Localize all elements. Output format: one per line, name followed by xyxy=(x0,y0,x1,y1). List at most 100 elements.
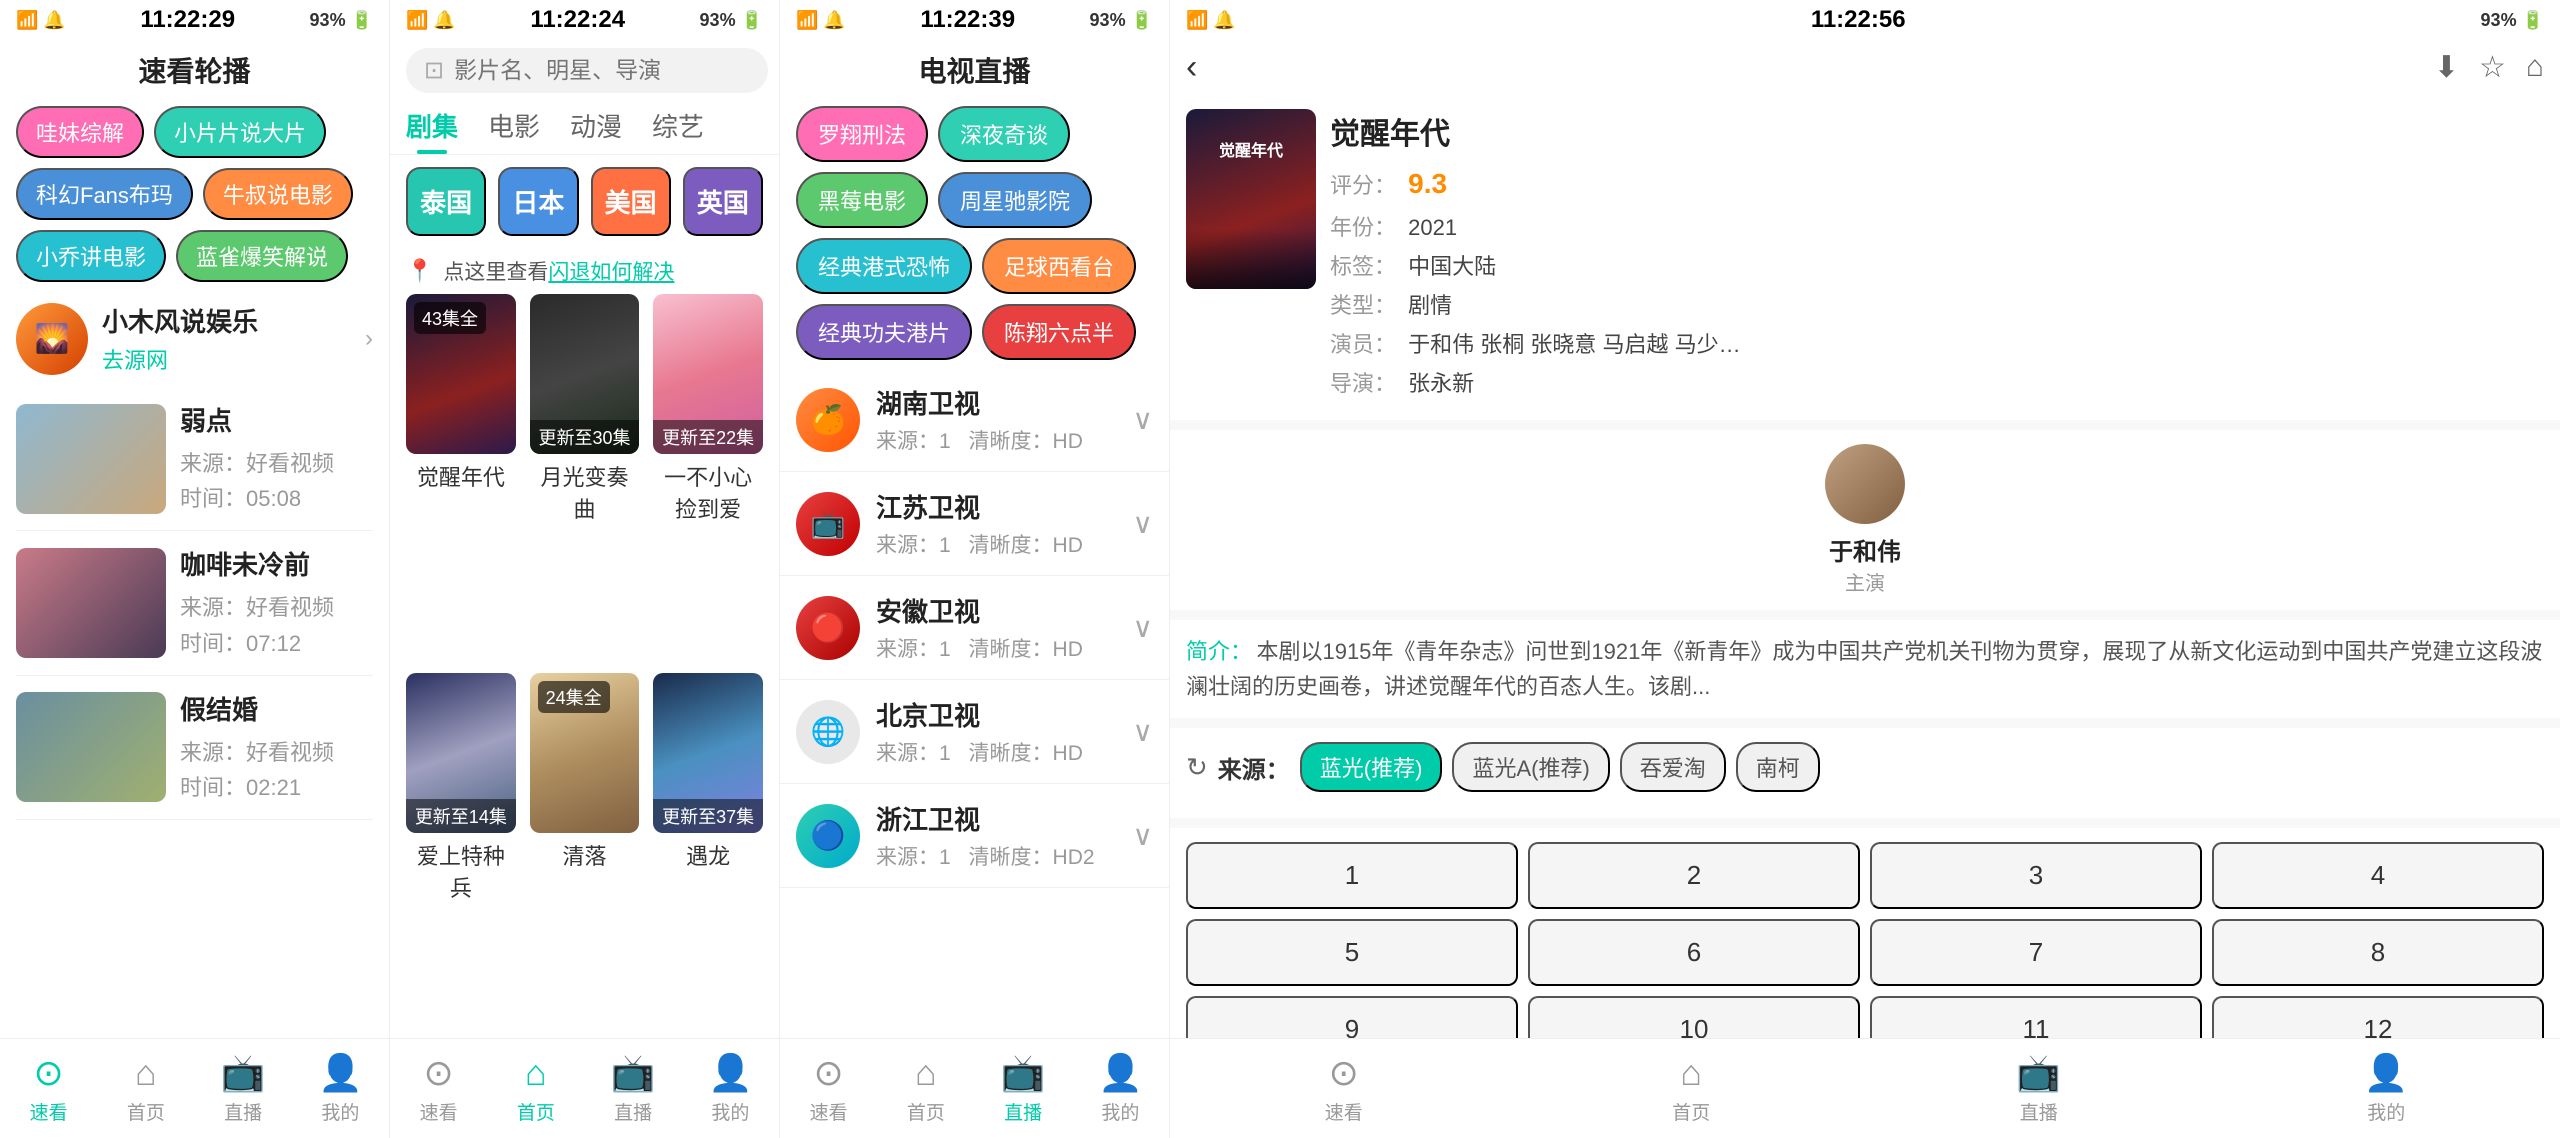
poster-overlay xyxy=(1186,229,1316,289)
nav-home-1[interactable]: ⌂ 首页 xyxy=(97,1052,194,1125)
home-button[interactable]: ⌂ xyxy=(2526,50,2544,85)
ep-5[interactable]: 5 xyxy=(1186,919,1518,986)
live-tag-gang[interactable]: 经典港式恐怖 xyxy=(796,238,972,294)
synopsis-section: 简介： 本剧以1915年《青年杂志》问世到1921年《新青年》成为中国共产党机关… xyxy=(1170,620,2560,718)
drama-card-1[interactable]: 43集全 觉醒年代 xyxy=(406,294,516,659)
nav-home-3[interactable]: ⌂ 首页 xyxy=(877,1052,974,1125)
country-japan[interactable]: 日本 xyxy=(498,167,578,236)
ep-10[interactable]: 10 xyxy=(1528,996,1860,1038)
source-header: ↻ 来源： 蓝光(推荐) 蓝光A(推荐) 吞爱淘 南柯 xyxy=(1186,742,2544,792)
nav-sukan-3[interactable]: ⊙ 速看 xyxy=(780,1052,877,1125)
nav-sukan-2[interactable]: ⊙ 速看 xyxy=(390,1052,487,1125)
source-tab-blueray[interactable]: 蓝光(推荐) xyxy=(1300,742,1443,792)
nav-mine-icon-4: 👤 xyxy=(2364,1052,2409,1094)
tag-lan[interactable]: 蓝雀爆笑解说 xyxy=(176,230,348,282)
ep-12[interactable]: 12 xyxy=(2212,996,2544,1038)
nav-home-label-1: 首页 xyxy=(127,1098,165,1125)
channel-row-jiangsu[interactable]: 📺 江苏卫视 来源：1 清晰度：HD ∨ xyxy=(780,472,1169,576)
video-item-1[interactable]: 弱点 来源：好看视频 时间：05:08 xyxy=(16,387,373,531)
channel-row-hunan[interactable]: 🍊 湖南卫视 来源：1 清晰度：HD ∨ xyxy=(780,368,1169,472)
nav-live-1[interactable]: 📺 直播 xyxy=(195,1052,292,1125)
panel-livetv: 📶 🔔 11:22:39 93% 🔋 电视直播 罗翔刑法 深夜奇谈 黑莓电影 周… xyxy=(780,0,1170,1138)
tag-qiao[interactable]: 小乔讲电影 xyxy=(16,230,166,282)
favorite-button[interactable]: ☆ xyxy=(2479,50,2506,85)
tag-pian[interactable]: 小片片说大片 xyxy=(154,106,326,158)
tab-variety[interactable]: 综艺 xyxy=(652,107,704,154)
source-tab-bluea[interactable]: 蓝光A(推荐) xyxy=(1452,742,1609,792)
country-usa[interactable]: 美国 xyxy=(591,167,671,236)
tag-fans[interactable]: 科幻Fans布玛 xyxy=(16,168,193,220)
ep-9[interactable]: 9 xyxy=(1186,996,1518,1038)
drama-card-5[interactable]: 24集全 清落 xyxy=(530,673,640,1038)
tag-wamei[interactable]: 哇妹综解 xyxy=(16,106,144,158)
tab-anime[interactable]: 动漫 xyxy=(570,107,622,154)
channel-info[interactable]: 🌄 小木风说娱乐 去源网 › xyxy=(0,290,389,387)
detail-genre: 剧情 xyxy=(1408,293,1452,318)
live-tag-zuqiu[interactable]: 足球西看台 xyxy=(982,238,1136,294)
nav-mine-4[interactable]: 👤 我的 xyxy=(2213,1052,2560,1125)
search-input[interactable] xyxy=(454,57,750,84)
drama-card-3[interactable]: 更新至22集 一不小心捡到爱 xyxy=(653,294,763,659)
video-item-2[interactable]: 咖啡未冷前 来源：好看视频 时间：07:12 xyxy=(16,531,373,675)
tab-drama[interactable]: 剧集 xyxy=(406,107,458,154)
drama-card-4[interactable]: 更新至14集 爱上特种兵 xyxy=(406,673,516,1038)
nav-home-4[interactable]: ⌂ 首页 xyxy=(1518,1052,1866,1125)
actor-card-1[interactable]: 于和伟 主演 xyxy=(1186,444,2544,596)
nav-home-label-4: 首页 xyxy=(1672,1098,1710,1125)
live-tag-zhou[interactable]: 周星驰影院 xyxy=(938,172,1092,228)
source-tab-tunaitao[interactable]: 吞爱淘 xyxy=(1620,742,1726,792)
nav-live-4[interactable]: 📺 直播 xyxy=(1865,1052,2213,1125)
channel-row-beijing[interactable]: 🌐 北京卫视 来源：1 清晰度：HD ∨ xyxy=(780,680,1169,784)
drama-badge-5: 24集全 xyxy=(538,681,610,713)
actor-avatar-1 xyxy=(1825,444,1905,524)
ep-2[interactable]: 2 xyxy=(1528,842,1860,909)
live-tag-shenye[interactable]: 深夜奇谈 xyxy=(938,106,1070,162)
channel-row-anhui[interactable]: 🔴 安徽卫视 来源：1 清晰度：HD ∨ xyxy=(780,576,1169,680)
ep-4[interactable]: 4 xyxy=(2212,842,2544,909)
video-item-3[interactable]: 假结婚 来源：好看视频 时间：02:21 xyxy=(16,676,373,820)
notice-link[interactable]: 闪退如何解决 xyxy=(548,261,674,284)
country-thai[interactable]: 泰国 xyxy=(406,167,486,236)
nav-mine-1[interactable]: 👤 我的 xyxy=(292,1052,389,1125)
search-bar[interactable]: ⊡ xyxy=(406,48,768,93)
nav-mine-label-3: 我的 xyxy=(1101,1098,1139,1125)
country-uk[interactable]: 英国 xyxy=(683,167,763,236)
synopsis-intro: 简介： xyxy=(1186,639,1252,664)
source-tab-nanke[interactable]: 南柯 xyxy=(1736,742,1820,792)
ch-name-zhejiang: 浙江卫视 xyxy=(876,800,1133,837)
director-label: 导演： xyxy=(1330,371,1396,396)
refresh-icon[interactable]: ↻ xyxy=(1186,752,1208,783)
score-label: 评分： xyxy=(1330,173,1396,198)
nav-sukan-4[interactable]: ⊙ 速看 xyxy=(1170,1052,1518,1125)
nav-mine-2[interactable]: 👤 我的 xyxy=(682,1052,779,1125)
nav-sukan-icon-3: ⊙ xyxy=(814,1052,844,1094)
ep-7[interactable]: 7 xyxy=(1870,919,2202,986)
panel-sukan: 📶 🔔 11:22:29 93% 🔋 速看轮播 哇妹综解 小片片说大片 科幻Fa… xyxy=(0,0,390,1138)
source-tabs: 蓝光(推荐) 蓝光A(推荐) 吞爱淘 南柯 xyxy=(1300,742,1820,792)
ep-6[interactable]: 6 xyxy=(1528,919,1860,986)
nav-live-2[interactable]: 📺 直播 xyxy=(585,1052,682,1125)
back-button[interactable]: ‹ xyxy=(1186,48,1197,87)
ep-8[interactable]: 8 xyxy=(2212,919,2544,986)
live-tag-chenxiang[interactable]: 陈翔六点半 xyxy=(982,304,1136,360)
bottom-nav-3: ⊙ 速看 ⌂ 首页 📺 直播 👤 我的 xyxy=(780,1038,1169,1138)
live-tag-heimei[interactable]: 黑莓电影 xyxy=(796,172,928,228)
ep-3[interactable]: 3 xyxy=(1870,842,2202,909)
nav-live-3[interactable]: 📺 直播 xyxy=(975,1052,1072,1125)
tab-movie[interactable]: 电影 xyxy=(488,107,540,154)
live-tag-luoxiang[interactable]: 罗翔刑法 xyxy=(796,106,928,162)
download-button[interactable]: ⬇ xyxy=(2434,50,2459,85)
channel-link: 去源网 xyxy=(102,343,258,375)
ep-1[interactable]: 1 xyxy=(1186,842,1518,909)
live-tag-gongfu[interactable]: 经典功夫港片 xyxy=(796,304,972,360)
channel-name: 小木风说娱乐 xyxy=(102,302,258,339)
drama-card-6[interactable]: 更新至37集 遇龙 xyxy=(653,673,763,1038)
drama-card-2[interactable]: 更新至30集 月光变奏曲 xyxy=(530,294,640,659)
nav-mine-3[interactable]: 👤 我的 xyxy=(1072,1052,1169,1125)
nav-sukan-1[interactable]: ⊙ 速看 xyxy=(0,1052,97,1125)
nav-home-2[interactable]: ⌂ 首页 xyxy=(487,1052,584,1125)
ep-11[interactable]: 11 xyxy=(1870,996,2202,1038)
tag-niu[interactable]: 牛叔说电影 xyxy=(203,168,353,220)
channel-row-zhejiang[interactable]: 🔵 浙江卫视 来源：1 清晰度：HD2 ∨ xyxy=(780,784,1169,888)
region-label: 标签： xyxy=(1330,254,1396,279)
